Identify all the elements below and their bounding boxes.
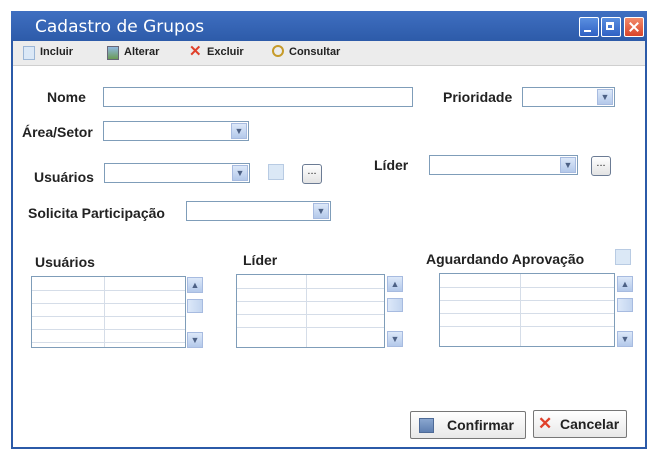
prioridade-label: Prioridade <box>443 89 513 105</box>
excluir-button[interactable]: Excluir <box>207 46 244 58</box>
approve-document-icon[interactable] <box>615 249 631 265</box>
close-button[interactable] <box>624 17 644 37</box>
area-setor-label: Área/Setor <box>22 124 93 140</box>
lider-scrollbar[interactable]: ▲ ▼ <box>387 276 403 348</box>
nome-input[interactable] <box>103 87 413 107</box>
scroll-up-icon[interactable]: ▲ <box>187 277 203 293</box>
maximize-button[interactable] <box>601 17 621 37</box>
cancel-x-icon: ✕ <box>538 414 553 433</box>
aguardando-list-title: Aguardando Aprovação <box>426 251 585 267</box>
lider-label: Líder <box>374 157 409 173</box>
delete-icon[interactable]: ✕ <box>189 42 205 60</box>
toolbar: Incluir Alterar ✕ Excluir Consultar <box>13 41 645 66</box>
confirmar-button[interactable]: Confirmar <box>410 411 526 439</box>
cancelar-button[interactable]: ✕ Cancelar <box>533 410 627 438</box>
usuarios-scrollbar[interactable]: ▲ ▼ <box>187 277 203 349</box>
scroll-down-icon[interactable]: ▼ <box>617 331 633 347</box>
usuarios-grid[interactable] <box>31 276 186 348</box>
scroll-thumb[interactable] <box>617 298 633 312</box>
search-icon[interactable] <box>272 45 284 57</box>
lider-browse-button[interactable]: ... <box>591 156 611 176</box>
title-bar: Cadastro de Grupos <box>11 11 647 41</box>
usuarios-select[interactable]: ▼ <box>104 163 250 183</box>
chevron-down-icon[interactable]: ▼ <box>597 89 613 105</box>
aguardando-scrollbar[interactable]: ▲ ▼ <box>617 276 633 348</box>
incluir-button[interactable]: Incluir <box>40 46 73 58</box>
solicita-participacao-label: Solicita Participação <box>28 205 165 221</box>
scroll-up-icon[interactable]: ▲ <box>617 276 633 292</box>
aguardando-grid[interactable] <box>439 273 615 347</box>
scroll-thumb[interactable] <box>387 298 403 312</box>
lider-list-title: Líder <box>243 252 278 268</box>
minimize-button[interactable] <box>579 17 599 37</box>
scroll-up-icon[interactable]: ▲ <box>387 276 403 292</box>
nome-label: Nome <box>47 89 86 105</box>
new-document-icon[interactable] <box>23 46 35 60</box>
scroll-thumb[interactable] <box>187 299 203 313</box>
usuarios-browse-button[interactable]: ... <box>302 164 322 184</box>
lider-select[interactable]: ▼ <box>429 155 578 175</box>
scroll-down-icon[interactable]: ▼ <box>387 331 403 347</box>
dialog-window <box>11 11 647 449</box>
scroll-down-icon[interactable]: ▼ <box>187 332 203 348</box>
usuarios-label: Usuários <box>34 169 94 185</box>
lider-grid[interactable] <box>236 274 385 348</box>
edit-icon[interactable] <box>107 46 119 60</box>
consultar-button[interactable]: Consultar <box>289 46 340 58</box>
chevron-down-icon[interactable]: ▼ <box>560 157 576 173</box>
chevron-down-icon[interactable]: ▼ <box>231 123 247 139</box>
window-title: Cadastro de Grupos <box>35 17 205 37</box>
chevron-down-icon[interactable]: ▼ <box>313 203 329 219</box>
chevron-down-icon[interactable]: ▼ <box>232 165 248 181</box>
prioridade-select[interactable]: ▼ <box>522 87 615 107</box>
usuarios-list-title: Usuários <box>35 254 95 270</box>
solicita-participacao-select[interactable]: ▼ <box>186 201 331 221</box>
save-icon <box>419 418 434 433</box>
add-document-icon[interactable] <box>268 164 284 180</box>
alterar-button[interactable]: Alterar <box>124 46 159 58</box>
area-setor-select[interactable]: ▼ <box>103 121 249 141</box>
